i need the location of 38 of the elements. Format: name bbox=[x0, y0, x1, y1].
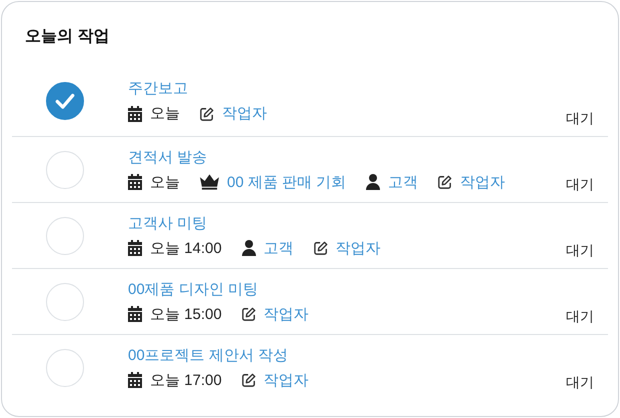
task-status: 대기 bbox=[566, 308, 594, 326]
due-date: 오늘 bbox=[150, 104, 180, 123]
assignee-link[interactable]: 작업자 bbox=[460, 172, 506, 192]
calendar-icon bbox=[128, 174, 142, 190]
calendar-icon bbox=[128, 306, 142, 322]
calendar-icon bbox=[128, 106, 142, 122]
person-icon bbox=[242, 240, 256, 256]
task-status: 대기 bbox=[566, 110, 594, 128]
task-status: 대기 bbox=[566, 374, 594, 392]
task-checkbox[interactable] bbox=[46, 82, 84, 120]
task-status: 대기 bbox=[566, 242, 594, 260]
deal-link[interactable]: 00 제품 판매 기회 bbox=[227, 172, 346, 192]
edit-icon bbox=[200, 106, 214, 122]
assignee-link[interactable]: 작업자 bbox=[264, 370, 309, 390]
person-icon bbox=[366, 174, 380, 190]
assignee-link[interactable]: 작업자 bbox=[264, 304, 309, 324]
task-title-link[interactable]: 주간보고 bbox=[128, 79, 188, 98]
crown-icon bbox=[200, 174, 219, 190]
due-date: 오늘 17:00 bbox=[150, 370, 222, 390]
task-title-link[interactable]: 00제품 디자인 미팅 bbox=[128, 280, 258, 298]
assignee-link[interactable]: 작업자 bbox=[222, 104, 267, 123]
edit-icon bbox=[314, 240, 328, 256]
panel-title: 오늘의 작업 bbox=[25, 27, 110, 47]
task-title-link[interactable]: 고객사 미팅 bbox=[128, 214, 208, 232]
task-status: 대기 bbox=[566, 176, 594, 194]
due-date: 오늘 15:00 bbox=[150, 304, 222, 324]
contact-link[interactable]: 고객 bbox=[388, 172, 418, 192]
task-title-link[interactable]: 00프로젝트 제안서 작성 bbox=[128, 346, 288, 364]
due-date: 오늘 bbox=[150, 172, 180, 192]
edit-icon bbox=[438, 174, 452, 190]
calendar-icon bbox=[128, 240, 142, 256]
edit-icon bbox=[242, 306, 256, 322]
edit-icon bbox=[242, 372, 256, 388]
task-title-link[interactable]: 견적서 발송 bbox=[128, 148, 208, 166]
contact-link[interactable]: 고객 bbox=[264, 238, 294, 258]
assignee-link[interactable]: 작업자 bbox=[336, 238, 381, 258]
due-date: 오늘 14:00 bbox=[150, 238, 222, 258]
calendar-icon bbox=[128, 372, 142, 388]
